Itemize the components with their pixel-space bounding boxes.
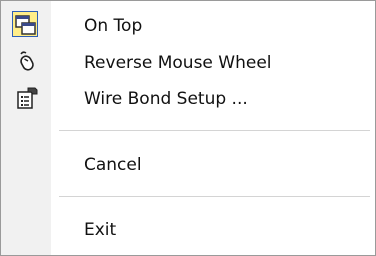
menu-item-label: On Top <box>84 16 143 36</box>
menu-item-reverse-mouse-wheel[interactable]: Reverse Mouse Wheel <box>1 45 375 81</box>
menu-separator <box>59 196 370 198</box>
menu-item-exit[interactable]: Exit <box>1 212 375 248</box>
menu-item-wire-bond-setup[interactable]: Wire Bond Setup ... <box>1 81 375 117</box>
context-menu: On Top Reverse Mouse Wheel Wire Bond Set… <box>0 0 376 256</box>
menu-item-label: Cancel <box>84 155 142 175</box>
window-stack-icon <box>14 14 38 38</box>
mouse-icon <box>15 50 39 74</box>
menu-item-on-top[interactable]: On Top <box>1 8 375 44</box>
menu-item-label: Exit <box>84 220 117 240</box>
wirebond-setup-icon <box>15 86 39 110</box>
menu-item-label: Reverse Mouse Wheel <box>84 53 272 73</box>
menu-separator <box>59 130 370 132</box>
menu-item-cancel[interactable]: Cancel <box>1 147 375 183</box>
menu-item-label: Wire Bond Setup ... <box>84 89 248 109</box>
